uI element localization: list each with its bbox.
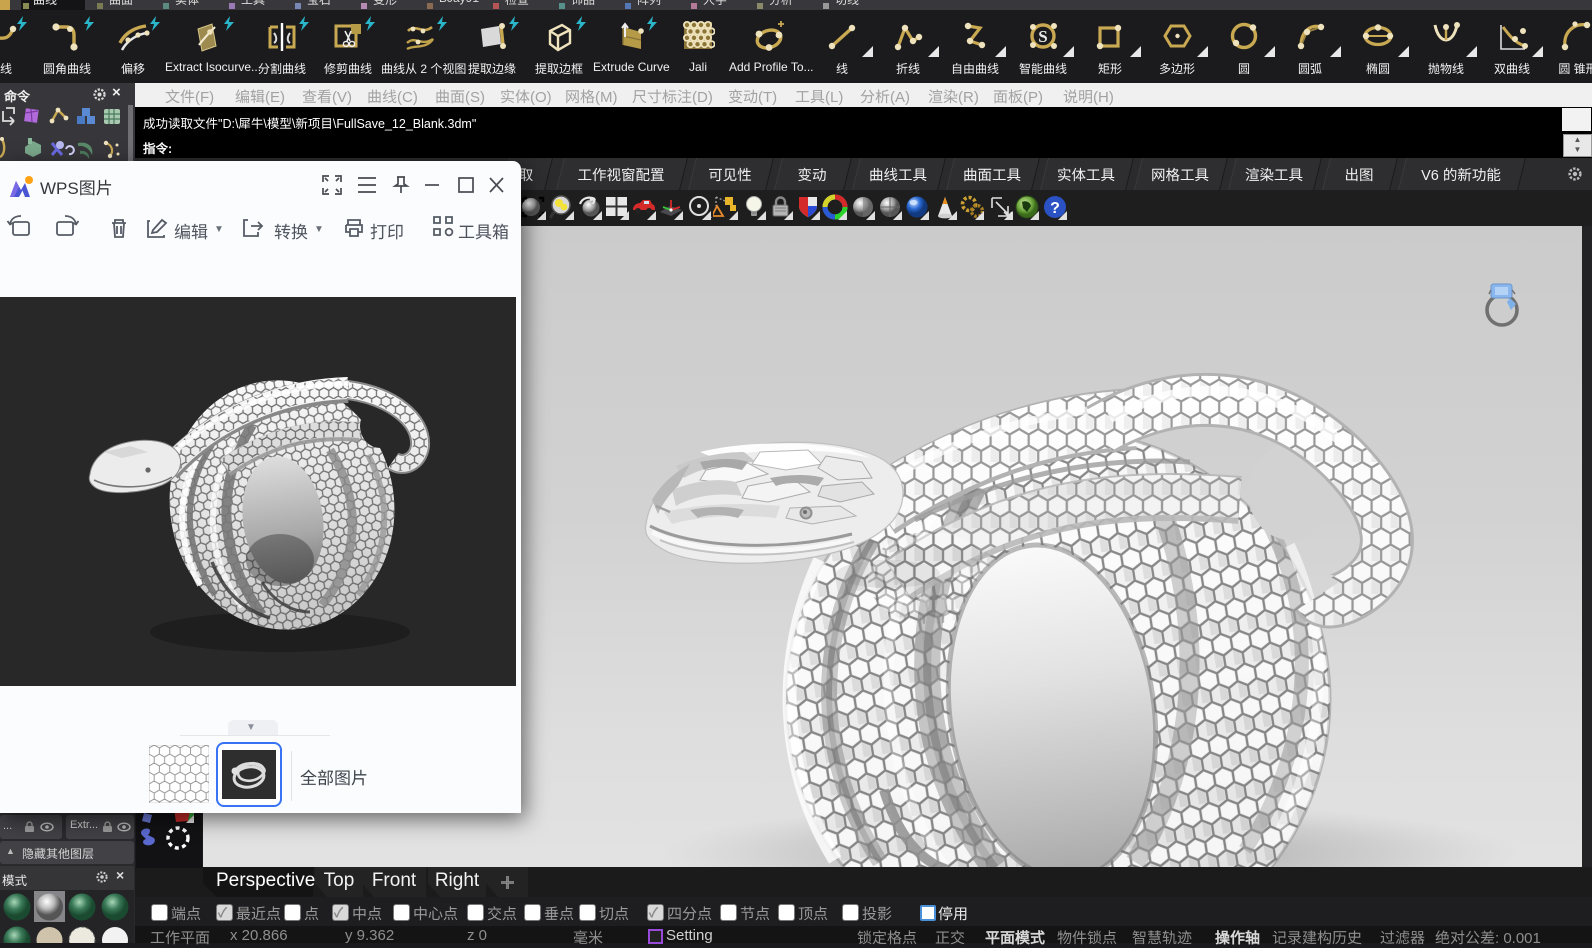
svg-text:S: S: [1038, 27, 1047, 46]
